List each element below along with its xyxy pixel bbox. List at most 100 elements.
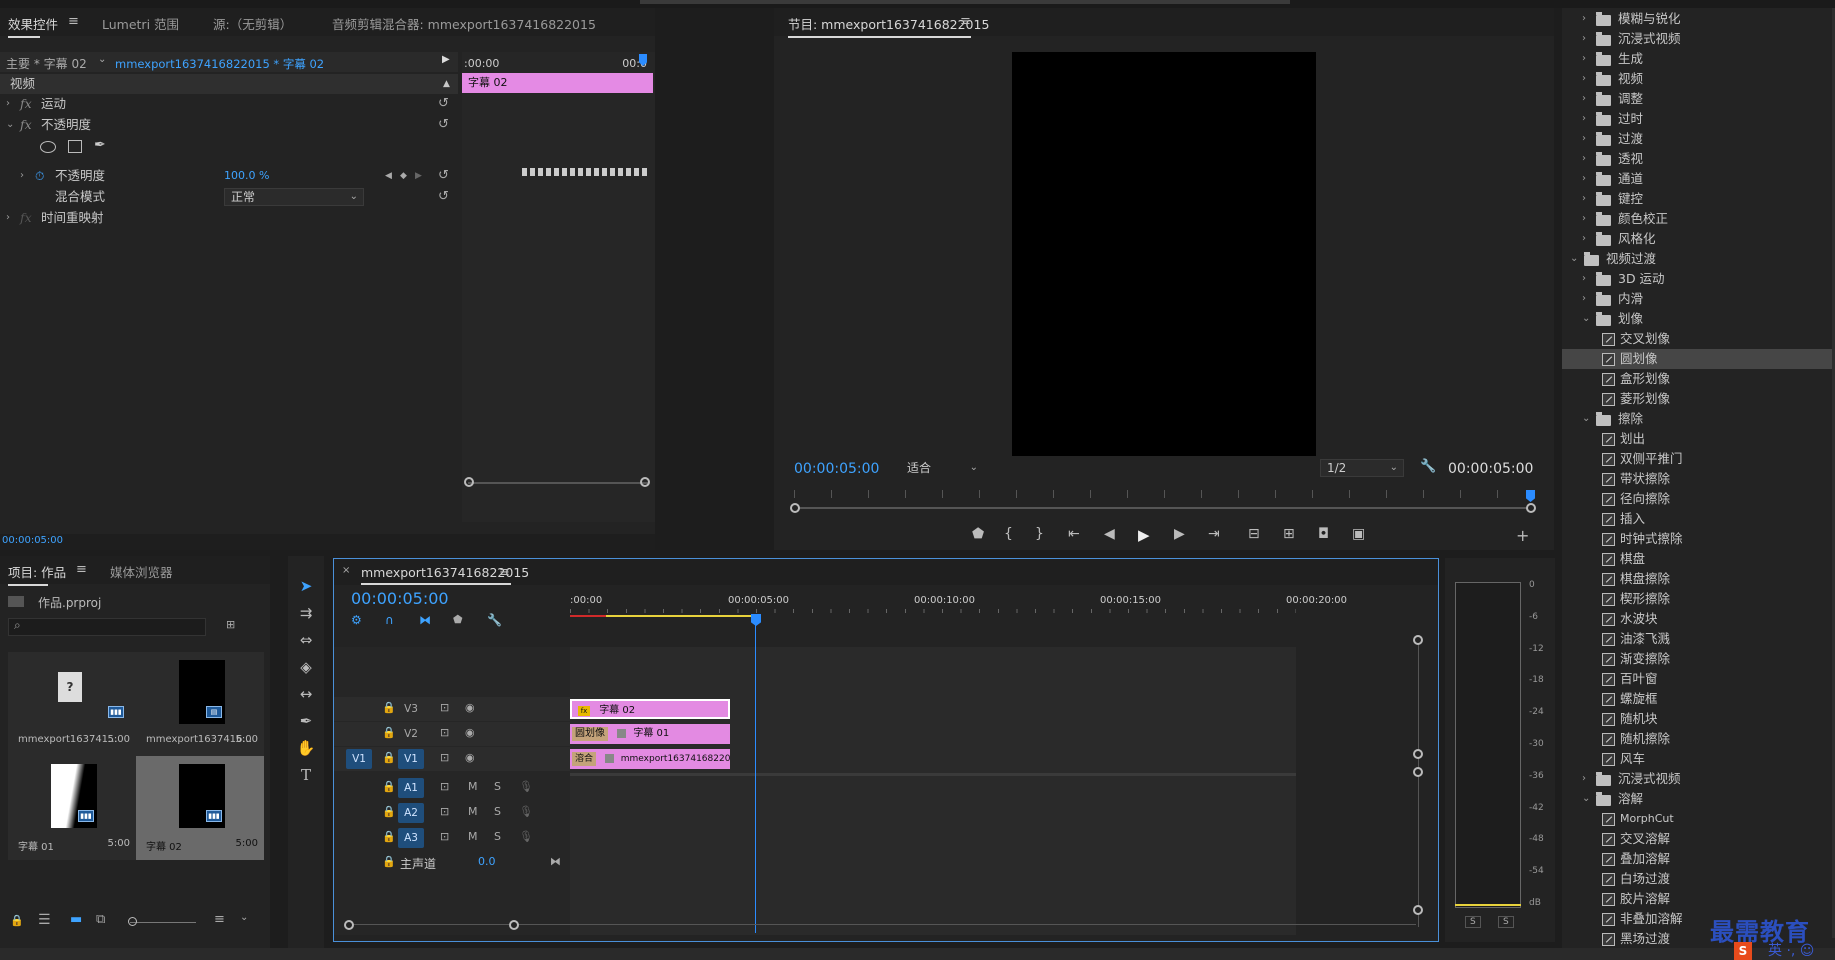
step-back-icon[interactable]: ◀ [1104,526,1115,542]
list-view-icon[interactable]: ☰ [38,912,51,928]
tab-source[interactable]: 源:（无剪辑） [213,14,292,33]
mute-button[interactable]: M [468,780,478,793]
effects-folder[interactable]: › 透视 [1562,149,1832,169]
effects-folder[interactable]: ⌄ 溶解 [1562,789,1832,809]
prev-keyframe-icon[interactable]: ◀ [385,166,392,186]
ripple-edit-tool-icon[interactable]: ⇔ [294,628,318,652]
scrubber-handle-right[interactable] [1526,503,1536,513]
clip-v1[interactable]: 溶合 mmexport1637416822015.jp [570,749,730,769]
chevron-down-icon[interactable]: ⌄ [1582,409,1590,429]
effects-item[interactable]: 胶片溶解 [1562,889,1832,909]
effects-folder[interactable]: › 过时 [1562,109,1832,129]
snap-icon[interactable]: ∩ [385,613,394,627]
work-area-bar-yellow[interactable] [606,615,756,617]
effects-folder[interactable]: › 调整 [1562,89,1832,109]
add-button-icon[interactable]: + [1516,526,1529,545]
dropdown-chevron-icon[interactable]: ⌄ [98,54,106,65]
timeline-playhead-line[interactable] [755,617,756,933]
wrench-icon[interactable]: 🔧 [1420,459,1436,474]
effects-item[interactable]: 双侧平推门 [1562,449,1832,469]
effects-item[interactable]: 带状擦除 [1562,469,1832,489]
opacity-row[interactable]: ⌄ fx 不透明度 ↺ [0,115,458,135]
type-tool-icon[interactable]: T [294,763,318,787]
solo-right-button[interactable]: S [1498,916,1514,928]
expand-arrow-icon[interactable]: › [6,208,10,228]
chevron-right-icon[interactable]: › [1582,289,1586,309]
tab-media-browser[interactable]: 媒体浏览器 [110,562,173,581]
chevron-down-icon[interactable]: ⌄ [1570,249,1578,269]
scroll-handle[interactable] [1413,767,1423,777]
effects-item[interactable]: 油漆飞溅 [1562,629,1832,649]
video-frame[interactable] [1012,52,1316,456]
effects-item[interactable]: 菱形划像 [1562,389,1832,409]
keyframe-track[interactable] [522,168,647,176]
transition-label[interactable]: 溶合 [572,752,597,766]
effects-item[interactable]: 百叶窗 [1562,669,1832,689]
chevron-right-icon[interactable]: › [1582,29,1586,49]
track-v2[interactable]: 🔒 V2 ⊡ ◉ [334,722,570,746]
track-select-tool-icon[interactable]: ⇉ [294,601,318,625]
freeform-view-icon[interactable]: ⧉ [96,912,105,927]
razor-tool-icon[interactable]: ◈ [294,655,318,679]
chevron-right-icon[interactable]: › [1582,49,1586,69]
tab-project[interactable]: 项目: 作品 [8,562,66,586]
opacity-value-row[interactable]: › ⏱ 不透明度 100.0 % ◀ ◆ ▶ ↺ [0,166,458,186]
expand-arrow-icon[interactable]: › [6,94,10,114]
effects-item[interactable]: 水波块 [1562,609,1832,629]
pen-tool-icon[interactable]: ✒ [294,709,318,733]
program-playhead[interactable] [1526,490,1535,502]
chevron-right-icon[interactable]: › [1582,229,1586,249]
opacity-value[interactable]: 100.0 % [224,166,269,186]
play-only-icon[interactable]: ▶ [442,54,450,65]
mini-scroll-bar[interactable] [468,482,648,484]
stopwatch-icon[interactable]: ⏱ [35,166,44,186]
chevron-down-icon[interactable]: ⌄ [1582,309,1590,329]
tab-audio-clip-mixer[interactable]: 音频剪辑混合器: mmexport1637416822015 [332,14,596,33]
mark-in-icon[interactable]: { [1004,526,1013,542]
effects-item[interactable]: 径向擦除 [1562,489,1832,509]
add-marker-icon[interactable]: ⬟ [453,613,463,626]
lock-icon[interactable]: 🔒 [10,914,24,927]
fit-select[interactable]: 适合 ⌄ [900,459,984,477]
timeline-ruler[interactable]: :00:00 00:00:05:00 00:00:10:00 00:00:15:… [570,589,1347,617]
mic-icon[interactable]: 🎙 [519,830,533,843]
slip-tool-icon[interactable]: ↔ [294,682,318,706]
effects-folder[interactable]: › 沉浸式视频 [1562,29,1832,49]
effect-controls-timecode[interactable]: 00:00:05:00 [2,535,63,546]
lock-icon[interactable]: 🔒 [382,830,396,843]
effects-item[interactable]: 插入 [1562,509,1832,529]
nest-icon[interactable]: ⚙ [351,613,362,627]
scrubber-handle-left[interactable] [790,503,800,513]
project-item[interactable]: ▤ mmexport1637416... 5:00 [136,652,264,756]
lock-icon[interactable]: 🔒 [382,701,396,714]
effects-folder[interactable]: ⌄ 视频过渡 [1562,249,1832,269]
linked-selection-icon[interactable]: ⧓ [419,613,431,627]
chevron-right-icon[interactable]: › [1582,89,1586,109]
sync-lock-icon[interactable]: ⊡ [440,701,449,714]
effects-folder[interactable]: › 键控 [1562,189,1832,209]
effects-folder[interactable]: › 通道 [1562,169,1832,189]
effects-item[interactable]: 交叉溶解 [1562,829,1832,849]
solo-button[interactable]: S [494,805,501,818]
master-clip-label[interactable]: 主要 * 字幕 02 [6,55,87,72]
go-to-end-icon[interactable]: ⧓ [550,855,561,868]
project-search-input[interactable]: ⌕ [8,618,206,636]
reset-icon[interactable]: ↺ [438,94,449,114]
go-to-in-icon[interactable]: ⇤ [1068,526,1080,542]
chevron-right-icon[interactable]: › [1582,169,1586,189]
rectangle-mask-icon[interactable] [68,140,82,153]
effects-item[interactable]: MorphCut [1562,809,1832,829]
track-v3[interactable]: 🔒 V3 ⊡ ◉ [334,697,570,721]
reset-icon[interactable]: ↺ [438,166,449,186]
effects-item[interactable]: 棋盘 [1562,549,1832,569]
work-area-bar-red[interactable] [570,615,606,617]
icon-view-icon[interactable]: ▬ [70,912,82,927]
pen-mask-icon[interactable]: ✒ [94,137,106,153]
effects-item[interactable]: 棋盘擦除 [1562,569,1832,589]
sync-lock-icon[interactable]: ⊡ [440,780,449,793]
track-target-v1[interactable]: V1 [398,749,424,769]
zoom-handle[interactable] [128,917,137,926]
fx-icon[interactable]: fx [20,115,32,135]
sync-lock-icon[interactable]: ⊡ [440,830,449,843]
effects-item[interactable]: 圆划像 [1562,349,1832,369]
